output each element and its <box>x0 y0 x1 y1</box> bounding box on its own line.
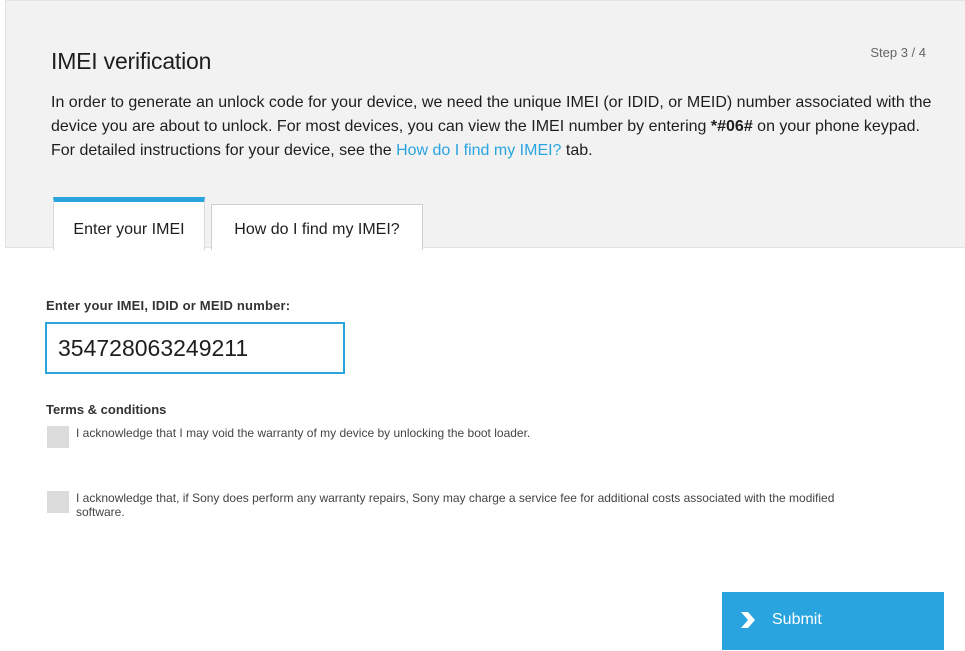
step-indicator: Step 3 / 4 <box>870 45 926 60</box>
tab-find-imei[interactable]: How do I find my IMEI? <box>211 204 423 250</box>
imei-input[interactable] <box>45 322 345 374</box>
submit-label: Submit <box>772 611 822 628</box>
tab-enter-imei[interactable]: Enter your IMEI <box>53 197 205 250</box>
imei-field-label: Enter your IMEI, IDID or MEID number: <box>46 298 291 313</box>
chevron-right-icon <box>741 612 755 628</box>
header-panel: Step 3 / 4 IMEI verification In order to… <box>5 0 965 250</box>
submit-button[interactable]: Submit <box>722 592 944 650</box>
terms-label-service-fee: I acknowledge that, if Sony does perform… <box>76 491 835 519</box>
terms-label-warranty: I acknowledge that I may void the warran… <box>76 426 531 440</box>
find-imei-link[interactable]: How do I find my IMEI? <box>396 142 561 159</box>
intro-text-part-3: tab. <box>561 142 593 159</box>
terms-checkbox-service-fee[interactable] <box>47 491 69 513</box>
imei-dial-code: *#06# <box>710 118 753 135</box>
page-title: IMEI verification <box>51 48 212 74</box>
terms-title: Terms & conditions <box>46 402 167 417</box>
intro-text: In order to generate an unlock code for … <box>51 91 941 163</box>
terms-checkbox-warranty[interactable] <box>47 426 69 448</box>
